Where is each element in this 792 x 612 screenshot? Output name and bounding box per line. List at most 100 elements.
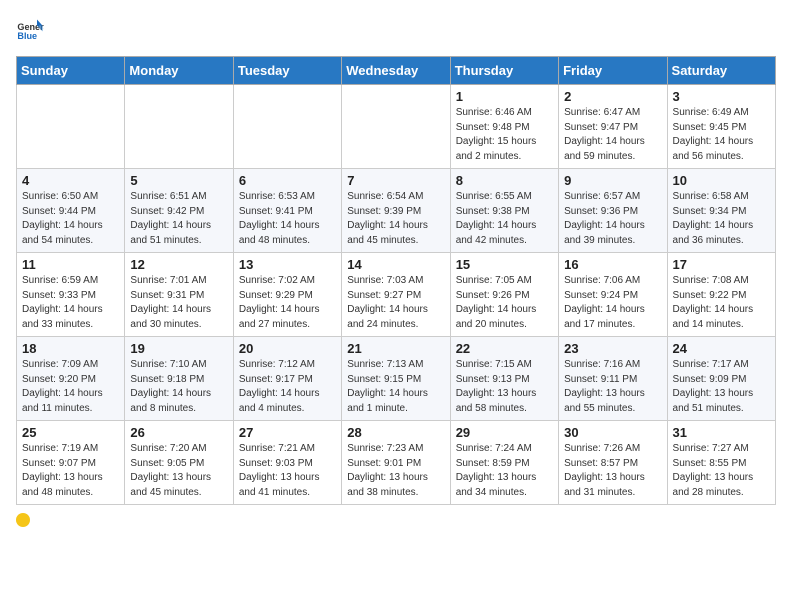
day-info: Sunrise: 7:21 AMSunset: 9:03 PMDaylight:… xyxy=(239,442,336,500)
calendar-cell: 11 Sunrise: 6:59 AMSunset: 9:33 PMDayligh… xyxy=(17,253,125,337)
calendar-cell: 15 Sunrise: 7:05 AMSunset: 9:26 PMDayligh… xyxy=(450,253,558,337)
day-number: 24 xyxy=(673,341,770,356)
day-number: 2 xyxy=(564,89,661,104)
calendar-cell: 19 Sunrise: 7:10 AMSunset: 9:18 PMDayligh… xyxy=(125,337,233,421)
day-number: 19 xyxy=(130,341,227,356)
day-info: Sunrise: 6:57 AMSunset: 9:36 PMDaylight:… xyxy=(564,190,661,248)
calendar-cell: 21 Sunrise: 7:13 AMSunset: 9:15 PMDayligh… xyxy=(342,337,450,421)
calendar-cell: 12Sunrise: 7:01 AMSunset: 9:31 PMDayligh… xyxy=(125,253,233,337)
day-info: Sunrise: 7:06 AMSunset: 9:24 PMDaylight:… xyxy=(564,274,661,332)
svg-text:Blue: Blue xyxy=(17,31,37,41)
day-info: Sunrise: 7:12 AMSunset: 9:17 PMDaylight:… xyxy=(239,358,336,416)
calendar-cell: 17 Sunrise: 7:08 AMSunset: 9:22 PMDayligh… xyxy=(667,253,775,337)
day-info: Sunrise: 7:09 AMSunset: 9:20 PMDaylight:… xyxy=(22,358,119,416)
day-info: Sunrise: 7:27 AMSunset: 8:55 PMDaylight:… xyxy=(673,442,770,500)
day-info: Sunrise: 6:54 AMSunset: 9:39 PMDaylight:… xyxy=(347,190,444,248)
day-number: 1 xyxy=(456,89,553,104)
calendar-cell: 27 Sunrise: 7:21 AMSunset: 9:03 PMDayligh… xyxy=(233,421,341,505)
day-info: Sunrise: 7:19 AMSunset: 9:07 PMDaylight:… xyxy=(22,442,119,500)
calendar-cell: 1 Sunrise: 6:46 AMSunset: 9:48 PMDaylight… xyxy=(450,85,558,169)
day-number: 12 xyxy=(130,257,227,272)
day-number: 6 xyxy=(239,173,336,188)
calendar-cell xyxy=(17,85,125,169)
calendar-day-header: Monday xyxy=(125,57,233,85)
day-number: 21 xyxy=(347,341,444,356)
day-number: 22 xyxy=(456,341,553,356)
day-info: Sunrise: 7:10 AMSunset: 9:18 PMDaylight:… xyxy=(130,358,227,416)
calendar-cell xyxy=(125,85,233,169)
calendar-cell: 6 Sunrise: 6:53 AMSunset: 9:41 PMDaylight… xyxy=(233,169,341,253)
calendar-cell: 7Sunrise: 6:54 AMSunset: 9:39 PMDaylight… xyxy=(342,169,450,253)
calendar-cell: 13Sunrise: 7:02 AMSunset: 9:29 PMDayligh… xyxy=(233,253,341,337)
day-number: 26 xyxy=(130,425,227,440)
calendar-header-row: SundayMondayTuesdayWednesdayThursdayFrid… xyxy=(17,57,776,85)
day-info: Sunrise: 6:53 AMSunset: 9:41 PMDaylight:… xyxy=(239,190,336,248)
calendar-day-header: Wednesday xyxy=(342,57,450,85)
day-info: Sunrise: 6:55 AMSunset: 9:38 PMDaylight:… xyxy=(456,190,553,248)
calendar-cell: 8 Sunrise: 6:55 AMSunset: 9:38 PMDaylight… xyxy=(450,169,558,253)
calendar-week-row: 4 Sunrise: 6:50 AMSunset: 9:44 PMDaylight… xyxy=(17,169,776,253)
calendar-table: SundayMondayTuesdayWednesdayThursdayFrid… xyxy=(16,56,776,505)
sun-icon xyxy=(16,513,30,527)
day-number: 29 xyxy=(456,425,553,440)
day-info: Sunrise: 6:59 AMSunset: 9:33 PMDaylight:… xyxy=(22,274,119,332)
calendar-cell: 29 Sunrise: 7:24 AMSunset: 8:59 PMDayligh… xyxy=(450,421,558,505)
calendar-week-row: 1 Sunrise: 6:46 AMSunset: 9:48 PMDaylight… xyxy=(17,85,776,169)
day-number: 27 xyxy=(239,425,336,440)
day-number: 8 xyxy=(456,173,553,188)
day-info: Sunrise: 7:15 AMSunset: 9:13 PMDaylight:… xyxy=(456,358,553,416)
calendar-cell: 10 Sunrise: 6:58 AMSunset: 9:34 PMDayligh… xyxy=(667,169,775,253)
day-info: Sunrise: 6:46 AMSunset: 9:48 PMDaylight:… xyxy=(456,106,553,164)
calendar-cell: 14 Sunrise: 7:03 AMSunset: 9:27 PMDayligh… xyxy=(342,253,450,337)
day-number: 10 xyxy=(673,173,770,188)
day-info: Sunrise: 7:08 AMSunset: 9:22 PMDaylight:… xyxy=(673,274,770,332)
calendar-day-header: Tuesday xyxy=(233,57,341,85)
logo-icon: General Blue xyxy=(16,16,44,44)
calendar-cell: 4 Sunrise: 6:50 AMSunset: 9:44 PMDaylight… xyxy=(17,169,125,253)
day-number: 4 xyxy=(22,173,119,188)
day-number: 20 xyxy=(239,341,336,356)
calendar-cell xyxy=(342,85,450,169)
day-info: Sunrise: 7:16 AMSunset: 9:11 PMDaylight:… xyxy=(564,358,661,416)
day-number: 11 xyxy=(22,257,119,272)
day-number: 9 xyxy=(564,173,661,188)
day-number: 15 xyxy=(456,257,553,272)
calendar-cell: 30 Sunrise: 7:26 AMSunset: 8:57 PMDayligh… xyxy=(559,421,667,505)
day-info: Sunrise: 7:13 AMSunset: 9:15 PMDaylight:… xyxy=(347,358,444,416)
day-number: 16 xyxy=(564,257,661,272)
day-number: 13 xyxy=(239,257,336,272)
day-info: Sunrise: 6:49 AMSunset: 9:45 PMDaylight:… xyxy=(673,106,770,164)
calendar-cell: 20 Sunrise: 7:12 AMSunset: 9:17 PMDayligh… xyxy=(233,337,341,421)
day-number: 14 xyxy=(347,257,444,272)
calendar-cell: 31 Sunrise: 7:27 AMSunset: 8:55 PMDayligh… xyxy=(667,421,775,505)
day-info: Sunrise: 6:58 AMSunset: 9:34 PMDaylight:… xyxy=(673,190,770,248)
calendar-cell: 2 Sunrise: 6:47 AMSunset: 9:47 PMDaylight… xyxy=(559,85,667,169)
day-number: 31 xyxy=(673,425,770,440)
calendar-week-row: 11 Sunrise: 6:59 AMSunset: 9:33 PMDayligh… xyxy=(17,253,776,337)
calendar-cell: 22 Sunrise: 7:15 AMSunset: 9:13 PMDayligh… xyxy=(450,337,558,421)
calendar-cell xyxy=(233,85,341,169)
day-info: Sunrise: 6:47 AMSunset: 9:47 PMDaylight:… xyxy=(564,106,661,164)
day-number: 25 xyxy=(22,425,119,440)
day-info: Sunrise: 7:26 AMSunset: 8:57 PMDaylight:… xyxy=(564,442,661,500)
calendar-day-header: Friday xyxy=(559,57,667,85)
day-info: Sunrise: 7:05 AMSunset: 9:26 PMDaylight:… xyxy=(456,274,553,332)
logo: General Blue xyxy=(16,16,44,44)
day-number: 17 xyxy=(673,257,770,272)
day-info: Sunrise: 7:03 AMSunset: 9:27 PMDaylight:… xyxy=(347,274,444,332)
calendar-cell: 16 Sunrise: 7:06 AMSunset: 9:24 PMDayligh… xyxy=(559,253,667,337)
day-info: Sunrise: 6:51 AMSunset: 9:42 PMDaylight:… xyxy=(130,190,227,248)
footer-note xyxy=(16,513,776,527)
calendar-week-row: 25 Sunrise: 7:19 AMSunset: 9:07 PMDayligh… xyxy=(17,421,776,505)
day-number: 23 xyxy=(564,341,661,356)
calendar-day-header: Sunday xyxy=(17,57,125,85)
day-info: Sunrise: 6:50 AMSunset: 9:44 PMDaylight:… xyxy=(22,190,119,248)
day-number: 3 xyxy=(673,89,770,104)
calendar-cell: 23 Sunrise: 7:16 AMSunset: 9:11 PMDayligh… xyxy=(559,337,667,421)
calendar-cell: 3 Sunrise: 6:49 AMSunset: 9:45 PMDaylight… xyxy=(667,85,775,169)
day-number: 30 xyxy=(564,425,661,440)
day-number: 28 xyxy=(347,425,444,440)
calendar-week-row: 18Sunrise: 7:09 AMSunset: 9:20 PMDayligh… xyxy=(17,337,776,421)
day-info: Sunrise: 7:23 AMSunset: 9:01 PMDaylight:… xyxy=(347,442,444,500)
day-info: Sunrise: 7:24 AMSunset: 8:59 PMDaylight:… xyxy=(456,442,553,500)
